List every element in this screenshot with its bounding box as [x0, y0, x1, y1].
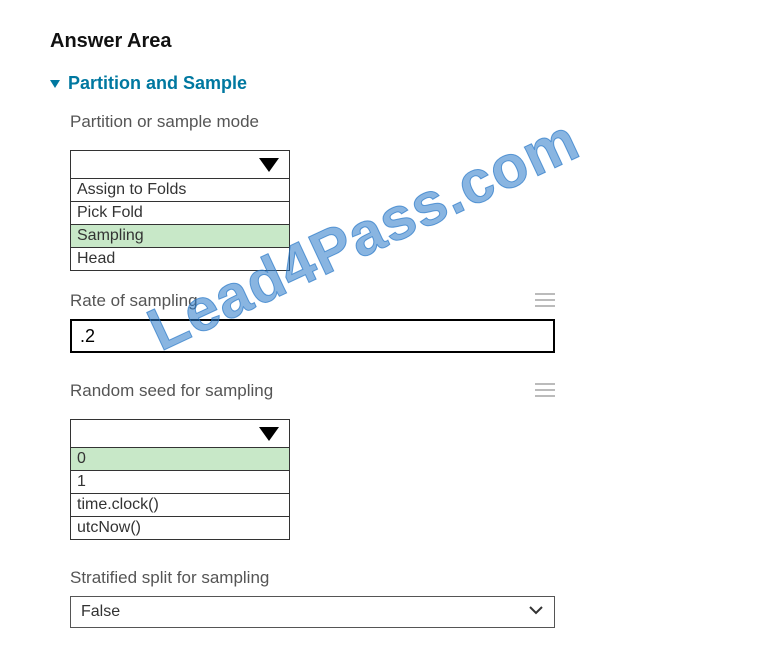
caret-down-icon: [50, 80, 60, 88]
rate-input[interactable]: [70, 319, 555, 353]
page-title: Answer Area: [50, 30, 718, 53]
menu-icon[interactable]: [535, 383, 555, 397]
seed-label: Random seed for sampling: [70, 381, 273, 401]
dropdown-option[interactable]: Assign to Folds: [71, 179, 289, 201]
chevron-down-icon: [528, 603, 544, 621]
seed-dropdown-header[interactable]: [71, 420, 289, 448]
mode-dropdown[interactable]: Assign to FoldsPick FoldSamplingHead: [70, 150, 290, 271]
dropdown-option[interactable]: Pick Fold: [71, 201, 289, 224]
seed-dropdown[interactable]: 01time.clock()utcNow(): [70, 419, 290, 540]
stratified-select[interactable]: False: [70, 596, 555, 628]
dropdown-option[interactable]: 0: [71, 448, 289, 470]
dropdown-option[interactable]: 1: [71, 470, 289, 493]
dropdown-option[interactable]: Head: [71, 247, 289, 270]
mode-label: Partition or sample mode: [70, 112, 718, 132]
dropdown-arrow-icon: [259, 158, 279, 172]
dropdown-option[interactable]: time.clock(): [71, 493, 289, 516]
menu-icon[interactable]: [535, 293, 555, 307]
stratified-label: Stratified split for sampling: [70, 568, 718, 588]
rate-label: Rate of sampling: [70, 291, 198, 311]
section-header-partition-sample[interactable]: Partition and Sample: [50, 73, 718, 94]
dropdown-option[interactable]: Sampling: [71, 224, 289, 247]
dropdown-option[interactable]: utcNow(): [71, 516, 289, 539]
dropdown-arrow-icon: [259, 427, 279, 441]
mode-dropdown-header[interactable]: [71, 151, 289, 179]
stratified-value: False: [81, 603, 120, 621]
section-header-label: Partition and Sample: [68, 73, 247, 94]
